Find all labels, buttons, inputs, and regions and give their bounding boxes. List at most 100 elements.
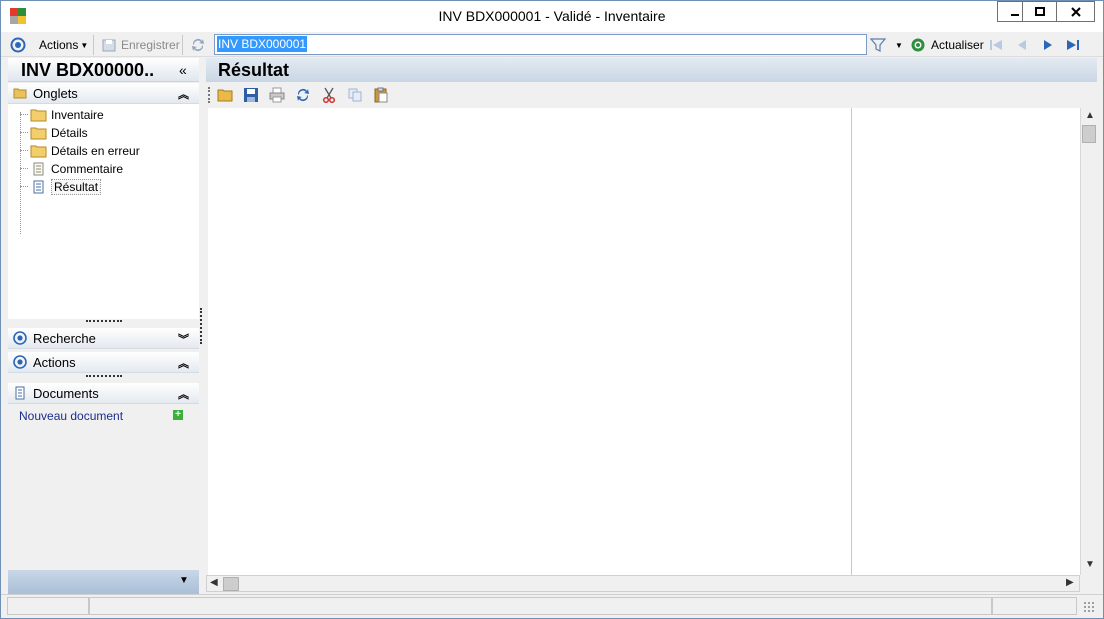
- previous-record-button[interactable]: [1014, 35, 1030, 55]
- next-icon: [1044, 40, 1052, 50]
- first-icon: [990, 40, 1002, 50]
- close-icon: [1070, 6, 1081, 17]
- tabs-section-label: Onglets: [33, 86, 78, 101]
- first-record-button[interactable]: [988, 35, 1004, 55]
- sync-content-button[interactable]: [294, 86, 312, 104]
- collapse-panel-icon[interactable]: «: [179, 62, 187, 78]
- record-title: INV BDX00000..: [21, 60, 155, 80]
- content-toolbar: [206, 82, 1097, 107]
- folder-icon: [13, 88, 27, 99]
- last-record-button[interactable]: [1065, 35, 1081, 55]
- filter-dropdown-icon[interactable]: ▼: [895, 35, 903, 55]
- floppy-icon: [244, 88, 258, 102]
- folder-icon: [30, 109, 47, 121]
- previous-icon: [1018, 40, 1026, 50]
- tree-connector: [20, 114, 28, 115]
- actions-menu-button[interactable]: Actions ▼: [39, 35, 88, 55]
- scroll-right-icon[interactable]: ▶: [1066, 577, 1074, 588]
- sync-icon: [192, 39, 204, 52]
- minimize-icon: [1011, 13, 1019, 16]
- left-panel-footer: ▼: [8, 570, 199, 594]
- window-title: INV BDX000001 - Validé - Inventaire: [438, 8, 666, 24]
- tree-item-details[interactable]: Détails: [30, 124, 88, 141]
- actions-circle-icon: [13, 355, 27, 369]
- vertical-scrollbar[interactable]: ▲ ▼: [1080, 108, 1097, 575]
- open-folder-button[interactable]: [216, 86, 234, 104]
- actions-section-label: Actions: [33, 355, 76, 370]
- resize-grip-icon[interactable]: [1083, 601, 1095, 613]
- paste-button[interactable]: [372, 86, 390, 104]
- chevron-down-icon[interactable]: ︾: [178, 331, 189, 347]
- tree-item-label: Détails en erreur: [51, 143, 140, 158]
- folder-icon: [30, 145, 47, 157]
- close-button[interactable]: [1056, 1, 1095, 22]
- chevron-up-icon[interactable]: ︽: [178, 86, 189, 102]
- maximize-button[interactable]: [1022, 1, 1057, 22]
- document-icon: [15, 386, 25, 400]
- chevron-down-icon[interactable]: ▼: [179, 575, 189, 586]
- tabs-section-header[interactable]: Onglets ︽: [8, 83, 199, 104]
- refresh-label: Actualiser: [931, 38, 984, 52]
- main-panel-header: Résultat: [206, 58, 1097, 82]
- copy-button[interactable]: [346, 86, 364, 104]
- print-button[interactable]: [268, 86, 286, 104]
- tree-connector: [20, 150, 28, 151]
- chevron-up-icon[interactable]: ︽: [178, 386, 189, 402]
- save-label: Enregistrer: [121, 38, 180, 52]
- sync-icon: [297, 89, 309, 101]
- tree-item-label: Résultat: [51, 178, 102, 195]
- scroll-up-icon[interactable]: ▲: [1085, 110, 1095, 121]
- search-input-value[interactable]: INV BDX000001: [217, 36, 308, 52]
- result-content-area[interactable]: [208, 108, 1083, 575]
- scissors-icon: [322, 87, 336, 103]
- maximize-icon: [1034, 6, 1045, 16]
- new-document-link[interactable]: Nouveau document: [19, 409, 123, 423]
- vertical-scroll-thumb[interactable]: [1082, 125, 1096, 143]
- toolbar-separator: [182, 35, 183, 55]
- sync-button[interactable]: [190, 35, 206, 55]
- application-window: INV BDX000001 - Validé - Inventaire Acti…: [0, 0, 1104, 619]
- tabs-tree: Inventaire Détails Détails en erreur Com…: [8, 104, 199, 319]
- chevron-down-icon: ▼: [80, 40, 89, 50]
- left-panel: INV BDX00000.. « Onglets ︽ Inventaire Dé…: [8, 58, 199, 594]
- horizontal-scrollbar[interactable]: ◀ ▶: [206, 575, 1080, 592]
- tree-connector: [20, 132, 28, 133]
- save-button[interactable]: Enregistrer: [101, 35, 180, 55]
- column-divider[interactable]: [851, 108, 852, 575]
- tree-item-commentaire[interactable]: Commentaire: [30, 160, 123, 177]
- tree-connector: [20, 186, 28, 187]
- filter-icon: [870, 38, 886, 52]
- document-icon: [33, 162, 44, 175]
- add-document-icon[interactable]: +: [173, 410, 183, 420]
- save-file-button[interactable]: [242, 86, 260, 104]
- search-section-header[interactable]: Recherche ︾: [8, 328, 199, 349]
- panel-splitter[interactable]: [200, 308, 203, 344]
- resize-grip[interactable]: [86, 320, 122, 323]
- horizontal-scroll-thumb[interactable]: [223, 577, 239, 591]
- print-icon: [269, 87, 285, 103]
- filter-button[interactable]: [870, 35, 886, 55]
- search-section-label: Recherche: [33, 331, 96, 346]
- tree-item-resultat[interactable]: Résultat: [30, 178, 102, 195]
- cut-button[interactable]: [320, 86, 338, 104]
- tree-item-label: Commentaire: [51, 161, 124, 176]
- tree-item-details-en-erreur[interactable]: Détails en erreur: [30, 142, 140, 159]
- actions-circle-icon[interactable]: [10, 35, 26, 55]
- resize-grip[interactable]: [86, 375, 122, 378]
- save-icon: [102, 39, 116, 52]
- documents-section-header[interactable]: Documents ︽: [8, 383, 199, 404]
- refresh-button[interactable]: Actualiser: [910, 35, 984, 55]
- tree-connector: [20, 112, 21, 234]
- status-cell: [992, 597, 1077, 615]
- scroll-left-icon[interactable]: ◀: [210, 577, 218, 588]
- page-title: Résultat: [218, 60, 290, 80]
- actions-section-header[interactable]: Actions ︽: [8, 352, 199, 373]
- chevron-up-icon[interactable]: ︽: [178, 355, 189, 371]
- last-icon: [1067, 40, 1079, 50]
- open-folder-icon: [217, 89, 233, 102]
- scroll-down-icon[interactable]: ▼: [1085, 559, 1095, 570]
- status-bar: [1, 594, 1103, 618]
- next-record-button[interactable]: [1040, 35, 1056, 55]
- search-input[interactable]: INV BDX000001: [214, 34, 867, 55]
- tree-item-inventaire[interactable]: Inventaire: [30, 106, 104, 123]
